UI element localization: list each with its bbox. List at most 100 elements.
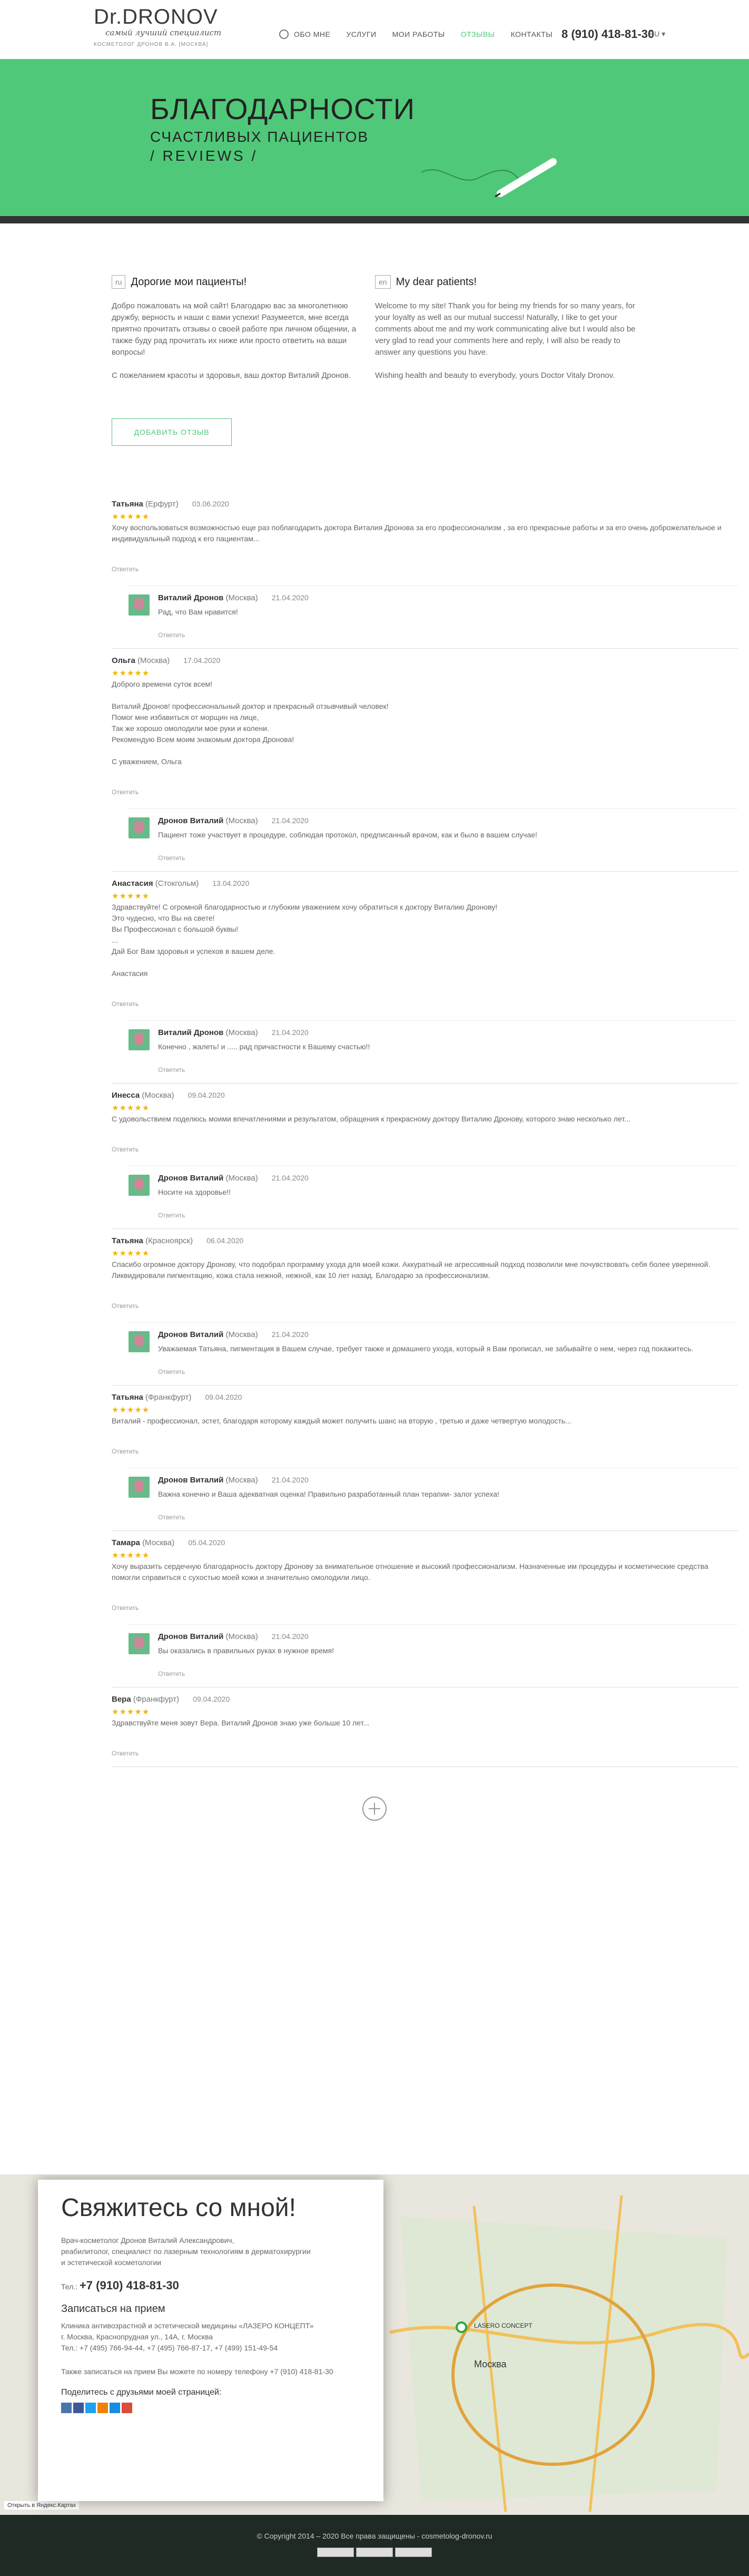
contact-title: Свяжитесь со мной!: [61, 2194, 296, 2222]
review-text: Спасибо огромное доктору Дронову, что по…: [112, 1260, 711, 1280]
share-title: Поделитесь с друзьями моей страницей:: [61, 2388, 222, 2397]
logo-signature: самый лучший специалист: [105, 28, 222, 37]
lang-tag-ru: ru: [112, 275, 126, 289]
intro-en-title: My dear patients!: [396, 276, 477, 288]
review-city: (Москва): [142, 1091, 174, 1100]
share-buttons: [61, 2403, 360, 2413]
reply-city: (Москва): [225, 1174, 258, 1183]
reply-link[interactable]: Ответить: [158, 631, 738, 639]
mailru-icon[interactable]: [110, 2403, 120, 2413]
reply-city: (Москва): [225, 1632, 258, 1641]
banner-title: БЛАГОДАРНОСТИ: [150, 92, 416, 125]
review-author: Анастасия: [112, 879, 153, 888]
review-author: Ольга: [112, 656, 135, 665]
googleplus-icon[interactable]: [122, 2403, 132, 2413]
review-header: Татьяна (Ерфурт) 03.06.2020: [112, 500, 738, 509]
nav-about[interactable]: ОБО МНЕ: [294, 30, 330, 38]
review-text: Здравствуйте меня зовут Вера. Виталий Др…: [112, 1719, 370, 1727]
review-date: 05.04.2020: [188, 1538, 225, 1547]
logo-title: Dr.DRONOV: [94, 5, 218, 28]
reply-text: Рад, что Вам нравится!: [158, 608, 238, 616]
odnoklassniki-icon[interactable]: [97, 2403, 108, 2413]
reply-author: Виталий Дронов: [158, 1028, 224, 1037]
reply-city: (Москва): [225, 1476, 258, 1485]
reply-date: 21.04.2020: [271, 816, 309, 825]
add-review-button[interactable]: ДОБАВИТЬ ОТЗЫВ: [112, 418, 232, 446]
map-marker-label: LASERO CONCEPT: [474, 2322, 533, 2329]
contact-bio: Врач-косметолог Дронов Виталий Александр…: [61, 2236, 311, 2267]
reply-link[interactable]: Ответить: [112, 1448, 738, 1455]
language-selector[interactable]: RU ▾: [649, 30, 665, 38]
review-header: Инесса (Москва) 09.04.2020: [112, 1091, 738, 1100]
twitter-icon[interactable]: [85, 2403, 96, 2413]
nav-services[interactable]: УСЛУГИ: [346, 30, 376, 38]
review-date: 13.04.2020: [212, 879, 250, 887]
review-header: Тамара (Москва) 05.04.2020: [112, 1538, 738, 1547]
review-author: Татьяна: [112, 500, 143, 509]
reply-link[interactable]: Ответить: [112, 1000, 738, 1008]
lang-tag-en: en: [375, 275, 391, 289]
review-text: Виталий - профессионал, эстет, благодаря…: [112, 1417, 571, 1425]
nav-reviews[interactable]: ОТЗЫВЫ: [461, 30, 495, 38]
footer: © Copyright 2014 – 2020 Все права защище…: [0, 2515, 749, 2576]
review-item: Татьяна (Ерфурт) 03.06.2020 ★★★★★ Хочу во…: [112, 492, 738, 649]
logo[interactable]: Dr.DRONOV самый лучший специалист КОСМЕТ…: [94, 5, 221, 47]
doctor-avatar: [129, 1633, 150, 1654]
reply-link[interactable]: Ответить: [158, 1212, 738, 1219]
reply-date: 21.04.2020: [271, 593, 309, 602]
rating-stars-icon: ★★★★★: [112, 892, 150, 901]
counter-badge[interactable]: [356, 2548, 393, 2557]
reply-link[interactable]: Ответить: [158, 1066, 738, 1074]
nav-contacts[interactable]: КОНТАКТЫ: [511, 30, 553, 38]
rating-stars-icon: ★★★★★: [112, 1104, 150, 1113]
reply-author: Дронов Виталий: [158, 1330, 224, 1339]
reply-link[interactable]: Ответить: [158, 1368, 738, 1375]
open-in-yandex-link[interactable]: Открыть в Яндекс.Картах: [4, 2501, 80, 2510]
rating-stars-icon: ★★★★★: [112, 1249, 150, 1258]
reply-city: (Москва): [225, 1028, 258, 1037]
reply-author: Дронов Виталий: [158, 1174, 224, 1183]
reply-link[interactable]: Ответить: [112, 1750, 738, 1757]
reply-text: Носите на здоровье!!: [158, 1188, 231, 1196]
review-city: (Стокгольм): [155, 879, 199, 888]
review-city: (Франкфурт): [145, 1393, 192, 1402]
header-phone[interactable]: 8 (910) 418-81-30: [561, 27, 654, 41]
reply-date: 21.04.2020: [271, 1476, 309, 1484]
review-city: (Франкфурт): [133, 1695, 180, 1704]
review-date: 03.06.2020: [192, 500, 229, 508]
load-more-icon[interactable]: [362, 1797, 387, 1821]
review-header: Татьяна (Красноярск) 06.04.2020: [112, 1236, 738, 1245]
reply-link[interactable]: Ответить: [112, 565, 738, 573]
reply-date: 21.04.2020: [271, 1330, 309, 1339]
intro-ru-text: Добро пожаловать на мой сайт! Благодарю …: [112, 301, 357, 380]
facebook-icon[interactable]: [73, 2403, 84, 2413]
counter-badge[interactable]: [317, 2548, 354, 2557]
reply-text: Важна конечно и Ваша адекватная оценка! …: [158, 1490, 499, 1498]
reply-link[interactable]: Ответить: [112, 1302, 738, 1310]
intro-section: ru Дорогие мои пациенты! Добро пожаловать…: [0, 223, 749, 492]
vk-icon[interactable]: [61, 2403, 72, 2413]
reply-date: 21.04.2020: [271, 1632, 309, 1641]
review-header: Ольга (Москва) 17.04.2020: [112, 656, 738, 665]
review-text: Хочу воспользоваться возможностью еще ра…: [112, 523, 722, 543]
reply-link[interactable]: Ответить: [112, 788, 738, 796]
reply-author: Дронов Виталий: [158, 816, 224, 825]
review-item: Тамара (Москва) 05.04.2020 ★★★★★ Хочу выр…: [112, 1531, 738, 1687]
review-date: 17.04.2020: [183, 656, 221, 665]
review-author: Тамара: [112, 1538, 140, 1547]
reply-link[interactable]: Ответить: [158, 1670, 738, 1677]
reply-link[interactable]: Ответить: [112, 1146, 738, 1153]
review-header: Вера (Франкфурт) 09.04.2020: [112, 1695, 738, 1704]
doctor-avatar: [129, 1029, 150, 1050]
home-icon[interactable]: [279, 30, 289, 39]
reply-link[interactable]: Ответить: [158, 1514, 738, 1521]
contact-section: LASERO CONCEPT Москва Открыть в Яндекс.К…: [0, 2174, 749, 2515]
nav-works[interactable]: МОИ РАБОТЫ: [392, 30, 445, 38]
reply-link[interactable]: Ответить: [112, 1604, 738, 1612]
counter-badge[interactable]: [395, 2548, 432, 2557]
review-reply: Дронов Виталий (Москва) 21.04.2020 Уважае…: [127, 1322, 738, 1375]
reply-link[interactable]: Ответить: [158, 854, 738, 862]
phone-number[interactable]: +7 (910) 418-81-30: [80, 2279, 179, 2292]
intro-en: en My dear patients! Welcome to my site! …: [375, 275, 638, 382]
review-city: (Москва): [137, 656, 170, 665]
